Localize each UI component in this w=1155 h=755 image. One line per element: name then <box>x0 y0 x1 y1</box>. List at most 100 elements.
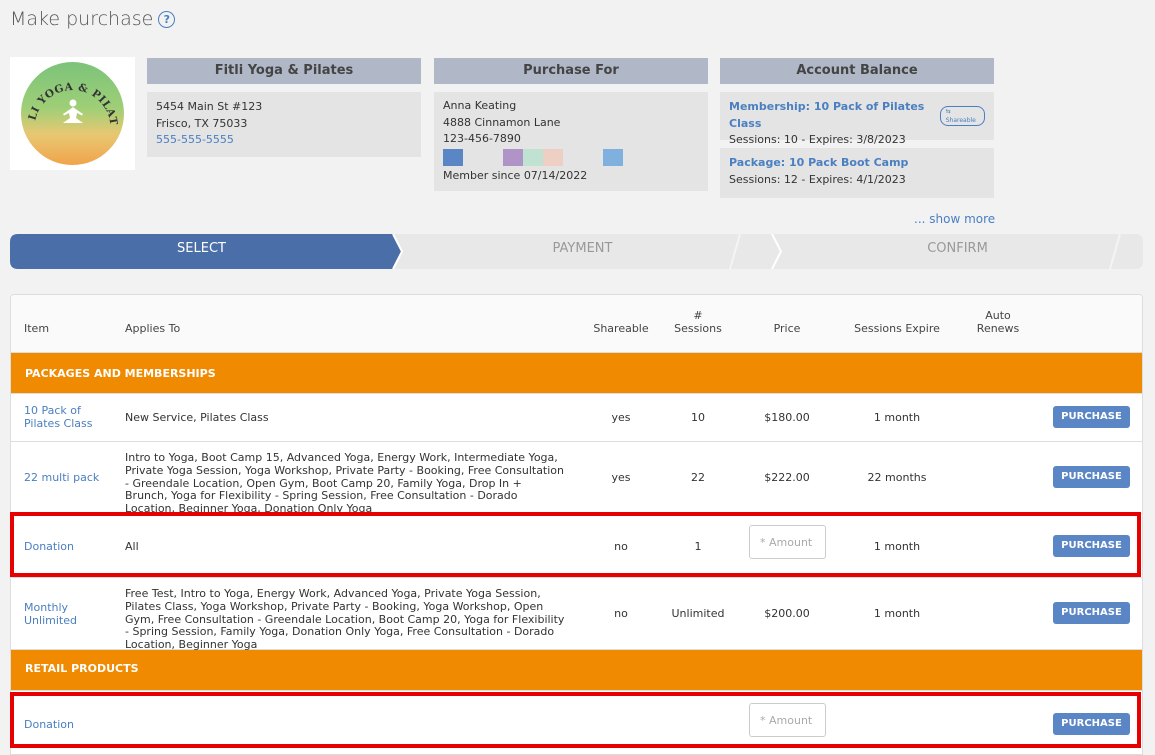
tag-swatch <box>443 148 463 166</box>
col-header-sessions-expire: Sessions Expire <box>854 322 940 335</box>
shareable-value: no <box>614 540 628 553</box>
item-name-link[interactable]: 10 Pack of Pilates Class <box>24 404 93 430</box>
table-row: 10 Pack of Pilates Class New Service, Pi… <box>11 394 1142 442</box>
customer-card: Purchase For Anna Keating 4888 Cinnamon … <box>434 58 708 191</box>
table-row: Donation All no 1 1 month PURCHASE <box>11 514 1142 578</box>
col-header-shareable: Shareable <box>593 322 649 335</box>
expire-value: 1 month <box>873 540 921 553</box>
business-address1: 5454 Main St #123 <box>156 100 263 113</box>
help-icon[interactable]: ? <box>158 10 176 28</box>
item-name-line2[interactable]: Pilates Class <box>24 417 93 430</box>
amount-input[interactable] <box>749 525 826 559</box>
balance-item-title[interactable]: Membership: 10 Pack of Pilates Class <box>729 99 937 132</box>
page-title: Make purchase ? <box>10 8 176 30</box>
tag-swatch <box>523 148 543 166</box>
shareable-value: yes <box>611 471 631 484</box>
table-row: 22 multi pack Intro to Yoga, Boot Camp 1… <box>11 442 1142 516</box>
purchase-table: Item Applies To Shareable # Sessions Pri… <box>10 294 1143 755</box>
sessions-value: Unlimited <box>671 607 725 620</box>
section-retail-products: RETAIL PRODUCTS <box>11 650 1142 691</box>
applies-to: New Service, Pilates Class <box>125 411 269 424</box>
business-info: 5454 Main St #123 Frisco, TX 75033 555-5… <box>147 92 421 157</box>
shareable-badge-icon: ⇆ <box>945 107 951 115</box>
step-select[interactable]: SELECT <box>10 234 393 269</box>
tag-swatch <box>463 148 483 166</box>
step-confirm[interactable]: CONFIRM <box>772 234 1143 269</box>
meditation-figure-icon <box>63 99 83 123</box>
amount-input[interactable] <box>749 703 826 737</box>
expire-value: 1 month <box>873 607 921 620</box>
customer-phone: 123-456-7890 <box>443 132 521 145</box>
col-header-sessions-line2: Sessions <box>674 322 722 335</box>
balance-item-detail: Sessions: 12 - Expires: 4/1/2023 <box>729 172 906 186</box>
applies-to: Intro to Yoga, Boot Camp 15, Advanced Yo… <box>125 451 565 516</box>
balance-item: Membership: 10 Pack of Pilates Class ⇆ S… <box>720 92 994 146</box>
purchase-steps: SELECT PAYMENT CONFIRM <box>10 234 1143 269</box>
purchase-button[interactable]: PURCHASE <box>1053 406 1130 428</box>
tag-swatch <box>583 148 603 166</box>
applies-to: All <box>125 540 139 553</box>
col-header-item: Item <box>24 322 50 335</box>
shareable-badge-label: Shareable <box>945 116 976 124</box>
business-name: Fitli Yoga & Pilates <box>147 58 421 84</box>
table-row: Monthly Unlimited Free Test, Intro to Yo… <box>11 578 1142 652</box>
logo-circle: FITLI YOGA & PILATES <box>21 62 124 165</box>
table-header-row: Item Applies To Shareable # Sessions Pri… <box>11 295 1142 353</box>
expire-value: 1 month <box>873 411 921 424</box>
balance-item: Package: 10 Pack Boot Camp Sessions: 12 … <box>720 148 994 198</box>
price-value: $200.00 <box>764 607 810 620</box>
page-title-text: Make purchase <box>10 8 154 30</box>
col-header-sessions-line1: # <box>693 309 703 322</box>
member-since: Member since 07/14/2022 <box>443 168 588 182</box>
item-name-line1[interactable]: 10 Pack of <box>24 404 93 417</box>
business-phone[interactable]: 555-555-5555 <box>156 132 412 149</box>
balance-item-title[interactable]: Package: 10 Pack Boot Camp <box>729 155 908 172</box>
item-name-line2[interactable]: Unlimited <box>24 614 77 627</box>
sessions-value: 10 <box>691 411 705 424</box>
col-header-auto-renews: Auto Renews <box>968 309 1028 335</box>
tag-swatch <box>563 148 583 166</box>
shareable-badge: ⇆ Shareable <box>939 105 985 126</box>
col-header-sessions: # Sessions <box>668 309 728 335</box>
purchase-button[interactable]: PURCHASE <box>1053 535 1130 557</box>
col-header-auto-renews-line1: Auto <box>985 309 1011 322</box>
applies-to: Free Test, Intro to Yoga, Energy Work, A… <box>125 587 565 652</box>
section-packages-memberships: PACKAGES AND MEMBERSHIPS <box>11 353 1142 394</box>
business-address2: Frisco, TX 75033 <box>156 116 248 130</box>
customer-tag-swatches <box>443 148 699 166</box>
item-name-line1[interactable]: Monthly <box>24 601 77 614</box>
balance-item-detail: Sessions: 10 - Expires: 3/8/2023 <box>729 133 906 146</box>
table-row: Donation PURCHASE <box>11 691 1142 754</box>
sessions-value: 22 <box>691 471 705 484</box>
customer-address: 4888 Cinnamon Lane <box>443 115 561 129</box>
tag-swatch <box>543 148 563 166</box>
sessions-value: 1 <box>694 540 702 553</box>
business-card: Fitli Yoga & Pilates 5454 Main St #123 F… <box>147 58 421 157</box>
tag-swatch <box>483 148 503 166</box>
customer-info: Anna Keating 4888 Cinnamon Lane 123-456-… <box>434 92 708 191</box>
tag-swatch <box>503 148 523 166</box>
price-value: $222.00 <box>764 471 810 484</box>
show-more-link[interactable]: ... show more <box>914 212 995 226</box>
purchase-button[interactable]: PURCHASE <box>1053 713 1130 735</box>
col-header-applies-to: Applies To <box>125 322 181 335</box>
business-logo: FITLI YOGA & PILATES <box>10 57 135 170</box>
shareable-value: yes <box>611 411 631 424</box>
customer-header: Purchase For <box>434 58 708 84</box>
purchase-button[interactable]: PURCHASE <box>1053 466 1130 488</box>
col-header-auto-renews-line2: Renews <box>976 322 1020 335</box>
shareable-value: no <box>614 607 628 620</box>
item-name-link[interactable]: Monthly Unlimited <box>24 601 77 627</box>
customer-name: Anna Keating <box>443 99 517 112</box>
col-header-price: Price <box>773 322 801 335</box>
tag-swatch <box>603 148 623 166</box>
price-value: $180.00 <box>764 411 810 424</box>
purchase-button[interactable]: PURCHASE <box>1053 602 1130 624</box>
step-payment[interactable]: PAYMENT <box>393 234 772 269</box>
account-balance-card: Account Balance Membership: 10 Pack of P… <box>720 58 994 198</box>
item-name-link[interactable]: Donation <box>24 540 74 553</box>
item-name-link[interactable]: Donation <box>24 718 74 731</box>
expire-value: 22 months <box>867 471 927 484</box>
account-balance-header: Account Balance <box>720 58 994 84</box>
item-name-link[interactable]: 22 multi pack <box>24 471 99 484</box>
